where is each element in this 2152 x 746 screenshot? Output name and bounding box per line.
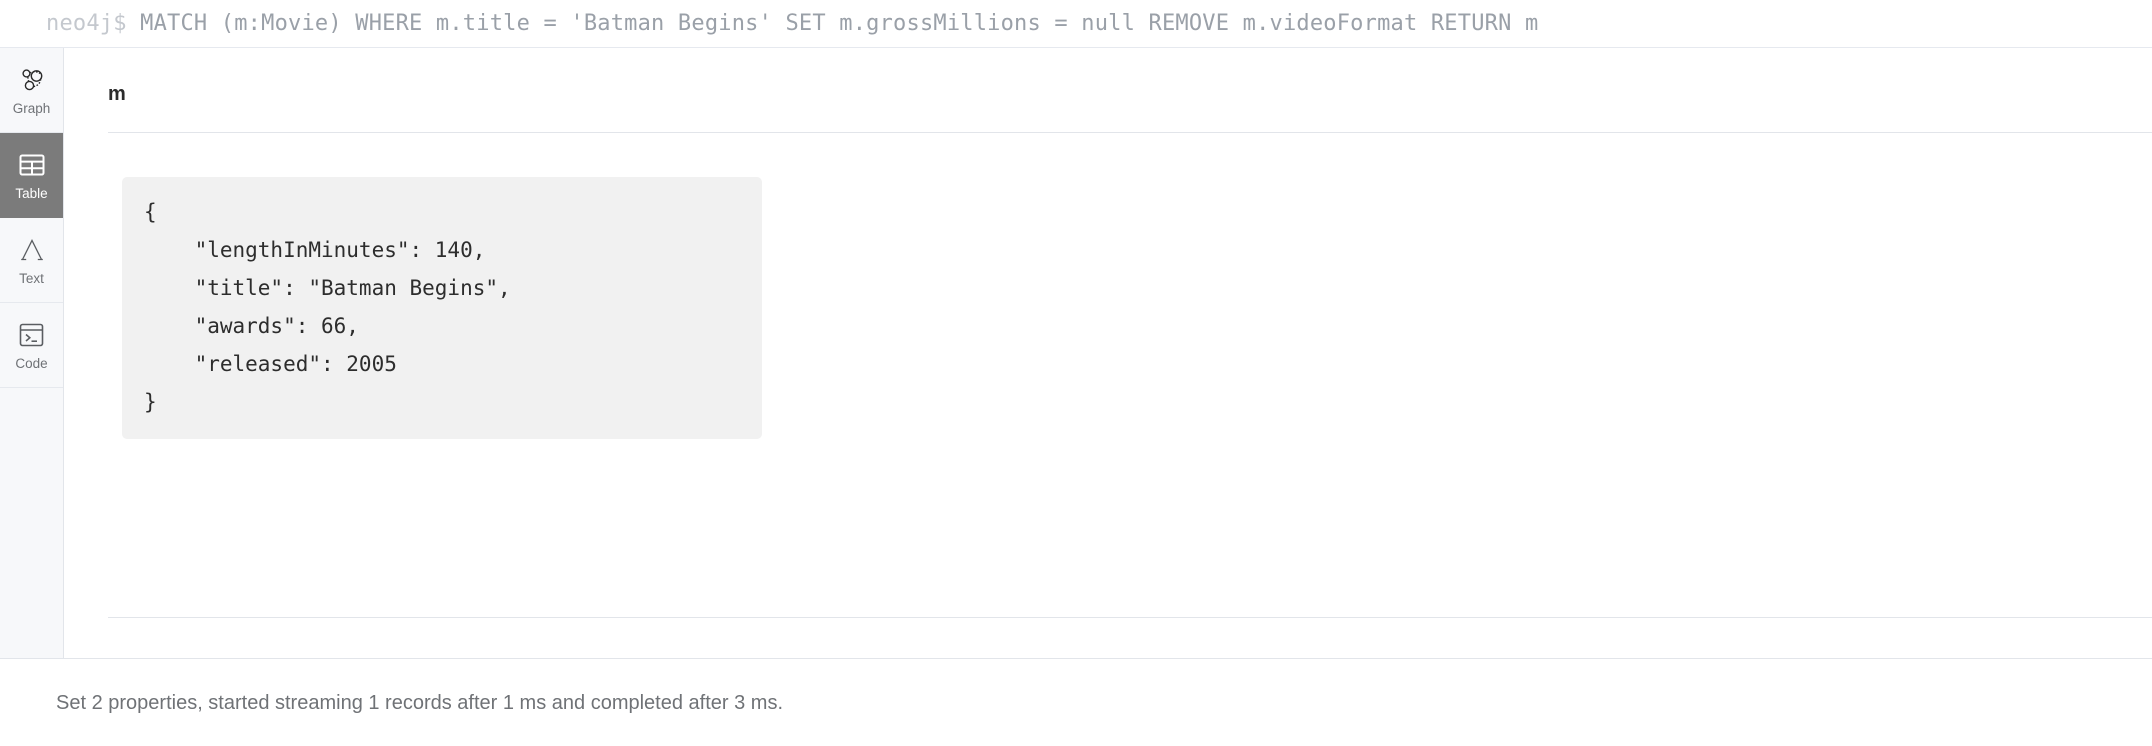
json-line: "awards": 66, [144,314,359,338]
result-rows: { "lengthInMinutes": 140, "title": "Batm… [64,133,2152,617]
json-line: "released": 2005 [144,352,397,376]
result-column-header: m [64,48,2152,104]
status-message: Set 2 properties, started streaming 1 re… [56,691,784,714]
table-result-panel: m { "lengthInMinutes": 140, "title": "Ba… [64,48,2152,658]
query-bar[interactable]: neo4j$ MATCH (m:Movie) WHERE m.title = '… [0,0,2152,48]
graph-icon [17,65,47,95]
json-value-card[interactable]: { "lengthInMinutes": 140, "title": "Batm… [122,177,762,439]
query-prompt-label: neo4j$ [46,10,141,36]
table-icon [17,150,47,180]
sidebar-item-text[interactable]: Text [0,218,63,303]
sidebar-item-graph-label: Graph [12,100,51,116]
sidebar-item-table-label: Table [15,185,48,201]
text-icon [17,235,47,265]
sidebar-item-text-label: Text [19,270,44,286]
sidebar-item-code[interactable]: Code [0,303,63,388]
sidebar-item-graph[interactable]: Graph [0,48,63,133]
code-icon [17,320,47,350]
sidebar-item-code-label: Code [15,355,48,371]
neo4j-browser-result-frame: neo4j$ MATCH (m:Movie) WHERE m.title = '… [0,0,2152,746]
view-mode-sidebar: Graph Table Text Code [0,48,64,658]
json-line: } [144,390,157,414]
status-bar: Set 2 properties, started streaming 1 re… [0,658,2152,746]
json-line: { [144,200,157,224]
sidebar-item-table[interactable]: Table [0,133,63,218]
json-line: "title": "Batman Begins", [144,276,511,300]
result-body-row: Graph Table Text Code m {"lengthInMinut… [0,48,2152,658]
column-name-m: m [108,83,126,105]
sidebar-filler [0,388,63,658]
footer-spacer [64,618,2152,658]
query-text: MATCH (m:Movie) WHERE m.title = 'Batman … [140,10,1539,36]
json-line: "lengthInMinutes": 140, [144,238,486,262]
